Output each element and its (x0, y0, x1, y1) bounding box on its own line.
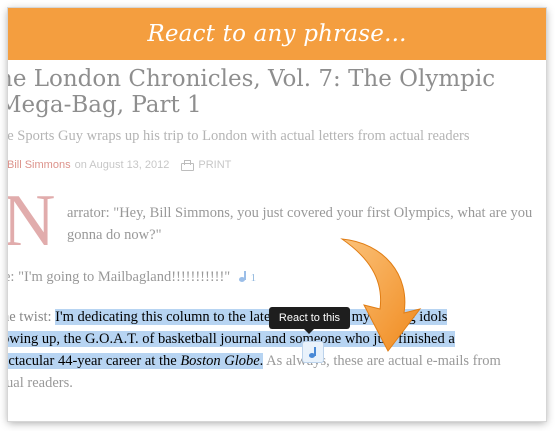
publish-date: on August 13, 2012 (74, 159, 170, 171)
article-subtitle: he Sports Guy wraps up his trip to Londo… (8, 128, 470, 144)
paragraph-2-text: e: "I'm going to Mailbagland!!!!!!!!!!!" (8, 269, 231, 285)
article-title: he London Chronicles, Vol. 7: The Olympi… (8, 66, 546, 118)
paragraph-1: arrator: "Hey, Bill Simmons, you just co… (67, 202, 532, 246)
promo-banner: React to any phrase... (8, 8, 546, 60)
author-link[interactable]: Bill Simmons (8, 159, 71, 171)
byline: Bill Simmons on August 13, 2012 PRINT (8, 159, 231, 171)
print-icon[interactable] (181, 159, 195, 171)
reaction-count[interactable]: 1 (238, 271, 257, 284)
selected-line-4: tual readers. (8, 375, 73, 391)
paragraph-1-line1: arrator: "Hey, Bill Simmons, you just co… (67, 205, 533, 221)
screenshot-frame: React to any phrase... he London Chronic… (8, 8, 546, 421)
music-note-icon (308, 346, 318, 358)
print-label[interactable]: PRINT (198, 159, 231, 171)
react-button[interactable] (302, 341, 324, 363)
pointer-arrow-icon (340, 238, 422, 352)
paragraph-1-line2: gonna do now?" (67, 227, 162, 243)
text-selection-3-italic[interactable]: Boston Globe (180, 353, 260, 369)
reaction-count-value: 1 (250, 272, 257, 284)
text-selection-3a[interactable]: ectacular 44-year career at the (8, 353, 181, 369)
article-title-line2: Mega-Bag, Part 1 (8, 92, 202, 118)
banner-title: React to any phrase... (147, 21, 407, 47)
article-title-line1: he London Chronicles, Vol. 7: The Olympi… (8, 66, 496, 92)
article: he London Chronicles, Vol. 7: The Olympi… (8, 60, 546, 421)
selected-line-3-tail: As always, these are actual e-mails from (263, 353, 501, 369)
selected-line-1-prefix: he twist: (8, 309, 52, 325)
drop-cap: N (8, 180, 56, 262)
reaction-note-icon (238, 271, 248, 282)
paragraph-2: e: "I'm going to Mailbagland!!!!!!!!!!!"… (8, 266, 256, 289)
